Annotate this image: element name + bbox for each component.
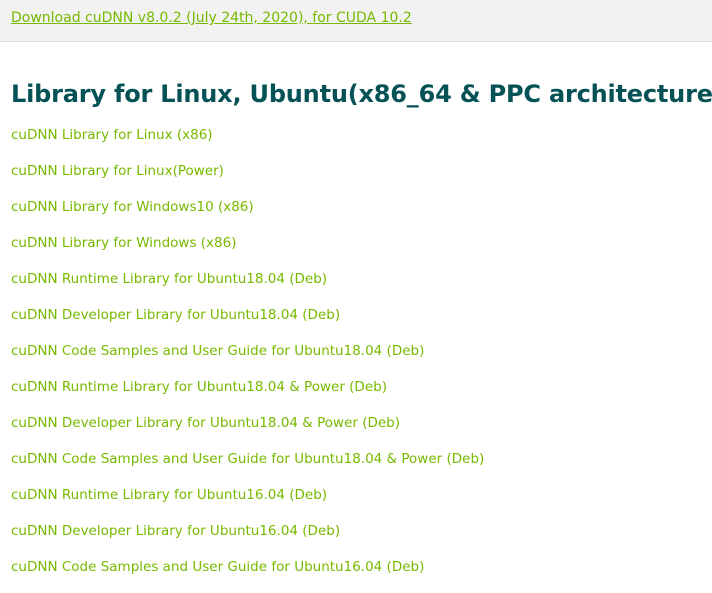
list-item: cuDNN Runtime Library for Ubuntu16.04 (D… [11, 485, 484, 521]
list-item: cuDNN Developer Library for Ubuntu16.04 … [11, 521, 484, 557]
list-item: cuDNN Runtime Library for Ubuntu18.04 & … [11, 377, 484, 413]
library-link-linux-x86[interactable]: cuDNN Library for Linux (x86) [11, 127, 213, 143]
code-samples-ubuntu1804-link[interactable]: cuDNN Code Samples and User Guide for Ub… [11, 343, 424, 359]
library-link-list: cuDNN Library for Linux (x86) cuDNN Libr… [11, 125, 484, 593]
runtime-library-ubuntu1804-link[interactable]: cuDNN Runtime Library for Ubuntu18.04 (D… [11, 271, 327, 287]
download-cudnn-link[interactable]: Download cuDNN v8.0.2 (July 24th, 2020),… [11, 9, 412, 27]
list-item: cuDNN Code Samples and User Guide for Ub… [11, 341, 484, 377]
list-item: cuDNN Code Samples and User Guide for Ub… [11, 449, 484, 485]
runtime-library-ubuntu1804-power-link[interactable]: cuDNN Runtime Library for Ubuntu18.04 & … [11, 379, 387, 395]
library-link-windows10-x86[interactable]: cuDNN Library for Windows10 (x86) [11, 199, 254, 215]
code-samples-ubuntu1804-power-link[interactable]: cuDNN Code Samples and User Guide for Ub… [11, 451, 484, 467]
developer-library-ubuntu1804-power-link[interactable]: cuDNN Developer Library for Ubuntu18.04 … [11, 415, 400, 431]
list-item: cuDNN Library for Windows10 (x86) [11, 197, 484, 233]
section-title: Library for Linux, Ubuntu(x86_64 & PPC a… [11, 80, 712, 108]
list-item: cuDNN Library for Linux (x86) [11, 125, 484, 161]
runtime-library-ubuntu1604-link[interactable]: cuDNN Runtime Library for Ubuntu16.04 (D… [11, 487, 327, 503]
list-item: cuDNN Runtime Library for Ubuntu18.04 (D… [11, 269, 484, 305]
list-item: cuDNN Code Samples and User Guide for Ub… [11, 557, 484, 593]
library-link-windows-x86[interactable]: cuDNN Library for Windows (x86) [11, 235, 236, 251]
code-samples-ubuntu1604-link[interactable]: cuDNN Code Samples and User Guide for Ub… [11, 559, 424, 575]
developer-library-ubuntu1604-link[interactable]: cuDNN Developer Library for Ubuntu16.04 … [11, 523, 340, 539]
list-item: cuDNN Library for Linux(Power) [11, 161, 484, 197]
list-item: cuDNN Developer Library for Ubuntu18.04 … [11, 305, 484, 341]
download-header-bar: Download cuDNN v8.0.2 (July 24th, 2020),… [0, 0, 712, 42]
list-item: cuDNN Library for Windows (x86) [11, 233, 484, 269]
list-item: cuDNN Developer Library for Ubuntu18.04 … [11, 413, 484, 449]
library-link-linux-power[interactable]: cuDNN Library for Linux(Power) [11, 163, 224, 179]
developer-library-ubuntu1804-link[interactable]: cuDNN Developer Library for Ubuntu18.04 … [11, 307, 340, 323]
